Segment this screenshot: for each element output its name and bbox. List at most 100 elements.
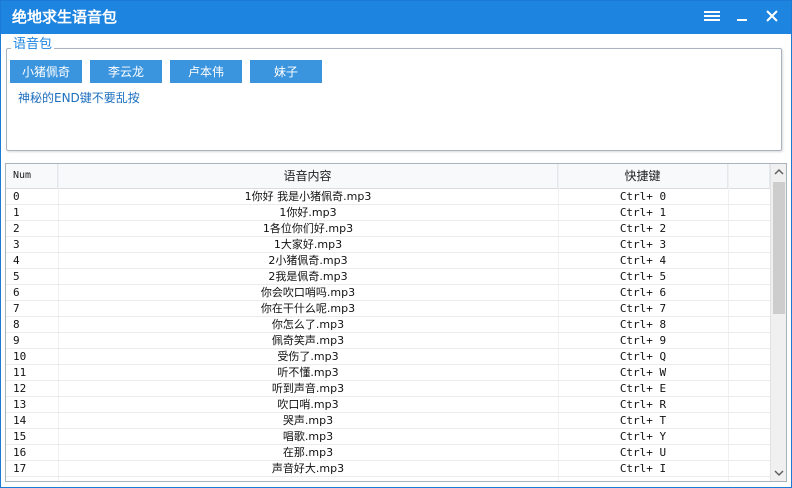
row-num: 10 [13,350,27,363]
table-row[interactable]: 3 1大家好.mp3 Ctrl+ 3 [6,237,770,253]
menu-icon [704,11,720,21]
row-content: 你在干什么呢.mp3 [260,302,356,315]
window-title: 绝地求生语音包 [12,8,118,26]
row-content: 唱歌.mp3 [282,430,334,443]
row-num: 8 [13,318,20,331]
app-window: 绝地求生语音包 语音包 小猪佩奇 李云龙 卢本伟 妹子 神秘的END键不要乱按 … [0,0,792,488]
table-row[interactable]: 6 你会吹口哨吗.mp3 Ctrl+ 6 [6,285,770,301]
row-num: 2 [13,222,20,235]
menu-button[interactable] [699,5,725,29]
row-shortcut: Ctrl+ R [619,398,667,411]
row-content: 你怎么了.mp3 [271,318,345,331]
row-content: 佩奇笑声.mp3 [271,334,345,347]
table-row[interactable]: 16 在那.mp3 Ctrl+ U [6,445,770,461]
minimize-button[interactable] [729,5,755,29]
table-body: 0 1你好 我是小猪佩奇.mp3 Ctrl+ 0 1 1你好.mp3 Ctrl+ 1 2 1各… [6,189,770,477]
row-shortcut: Ctrl+ E [619,382,667,395]
row-num: 16 [13,446,27,459]
row-num: 3 [13,238,20,251]
scrollbar-thumb[interactable] [773,182,785,314]
row-content: 吹口哨.mp3 [277,398,339,411]
row-num: 13 [13,398,27,411]
table-row[interactable]: 15 唱歌.mp3 Ctrl+ Y [6,429,770,445]
row-content: 2我是佩奇.mp3 [268,270,348,283]
column-header-filler [728,164,770,188]
row-num: 0 [13,190,20,203]
row-content: 2小猪佩奇.mp3 [268,254,348,267]
pack-button-peppa[interactable]: 小猪佩奇 [10,60,82,83]
column-header-content[interactable]: 语音内容 [58,164,558,188]
row-shortcut: Ctrl+ 5 [619,270,667,283]
table-row[interactable]: 10 受伤了.mp3 Ctrl+ Q [6,349,770,365]
row-num: 9 [13,334,20,347]
vertical-scrollbar[interactable] [770,164,786,481]
table-row[interactable]: 9 佩奇笑声.mp3 Ctrl+ 9 [6,333,770,349]
row-content: 1各位你们好.mp3 [262,222,354,235]
table-row[interactable]: 14 哭声.mp3 Ctrl+ T [6,413,770,429]
column-header-shortcut[interactable]: 快捷键 [558,164,728,188]
row-shortcut: Ctrl+ 9 [619,334,667,347]
row-shortcut: Ctrl+ Y [619,430,667,443]
pack-button-lu-benwei[interactable]: 卢本伟 [170,60,242,83]
voice-table: Num 语音内容 快捷键 0 1你好 我是小猪佩奇.mp3 Ctrl+ 0 1 1你好.… [5,163,787,482]
table-row[interactable]: 1 1你好.mp3 Ctrl+ 1 [6,205,770,221]
pack-button-li-yunlong[interactable]: 李云龙 [90,60,162,83]
row-shortcut: Ctrl+ 1 [619,206,667,219]
scroll-up-button[interactable] [771,164,786,180]
row-shortcut: Ctrl+ 8 [619,318,667,331]
scroll-down-button[interactable] [771,465,786,481]
row-shortcut: Ctrl+ 0 [619,190,667,203]
row-content: 声音好大.mp3 [271,462,345,475]
tip-text: 神秘的END键不要乱按 [18,91,140,105]
close-button[interactable] [759,5,785,29]
row-content: 听到声音.mp3 [271,382,345,395]
table-row[interactable]: 13 吹口哨.mp3 Ctrl+ R [6,397,770,413]
column-header-num[interactable]: Num [6,164,58,188]
row-shortcut: Ctrl+ 6 [619,286,667,299]
pack-button-meizi[interactable]: 妹子 [250,60,322,83]
row-num: 15 [13,430,27,443]
row-content: 你会吹口哨吗.mp3 [260,286,356,299]
table-row[interactable]: 7 你在干什么呢.mp3 Ctrl+ 7 [6,301,770,317]
row-content: 在那.mp3 [282,446,334,459]
row-num: 11 [13,366,27,379]
row-shortcut: Ctrl+ 4 [619,254,667,267]
table-row[interactable]: 4 2小猪佩奇.mp3 Ctrl+ 4 [6,253,770,269]
row-content: 受伤了.mp3 [277,350,339,363]
row-shortcut: Ctrl+ 2 [619,222,667,235]
table-row[interactable]: 5 2我是佩奇.mp3 Ctrl+ 5 [6,269,770,285]
group-legend: 语音包 [11,37,55,53]
row-shortcut: Ctrl+ 7 [619,302,667,315]
row-num: 17 [13,462,27,475]
row-num: 6 [13,286,20,299]
row-shortcut: Ctrl+ 3 [619,238,667,251]
chevron-up-icon [774,168,784,175]
row-content: 听不懂.mp3 [277,366,339,379]
row-shortcut: Ctrl+ U [619,446,667,459]
row-num: 12 [13,382,27,395]
minimize-icon [737,19,747,21]
table-row[interactable]: 8 你怎么了.mp3 Ctrl+ 8 [6,317,770,333]
table-header: Num 语音内容 快捷键 [6,164,770,189]
chevron-down-icon [774,470,784,477]
table-row[interactable]: 17 声音好大.mp3 Ctrl+ I [6,461,770,477]
table-row[interactable]: 2 1各位你们好.mp3 Ctrl+ 2 [6,221,770,237]
row-content: 1大家好.mp3 [273,238,343,251]
table-row[interactable]: 12 听到声音.mp3 Ctrl+ E [6,381,770,397]
table-row[interactable]: 0 1你好 我是小猪佩奇.mp3 Ctrl+ 0 [6,189,770,205]
row-shortcut: Ctrl+ I [619,462,667,475]
table-row[interactable]: 11 听不懂.mp3 Ctrl+ W [6,365,770,381]
row-num: 14 [13,414,27,427]
row-content: 1你好 我是小猪佩奇.mp3 [244,190,372,203]
title-bar[interactable]: 绝地求生语音包 [1,1,791,34]
close-icon [766,10,778,22]
row-shortcut: Ctrl+ Q [619,350,667,363]
row-num: 1 [13,206,20,219]
row-shortcut: Ctrl+ T [619,414,667,427]
row-shortcut: Ctrl+ W [619,366,667,379]
row-num: 7 [13,302,20,315]
row-num: 5 [13,270,20,283]
row-num: 4 [13,254,20,267]
row-content: 哭声.mp3 [282,414,334,427]
row-content: 1你好.mp3 [279,206,337,219]
